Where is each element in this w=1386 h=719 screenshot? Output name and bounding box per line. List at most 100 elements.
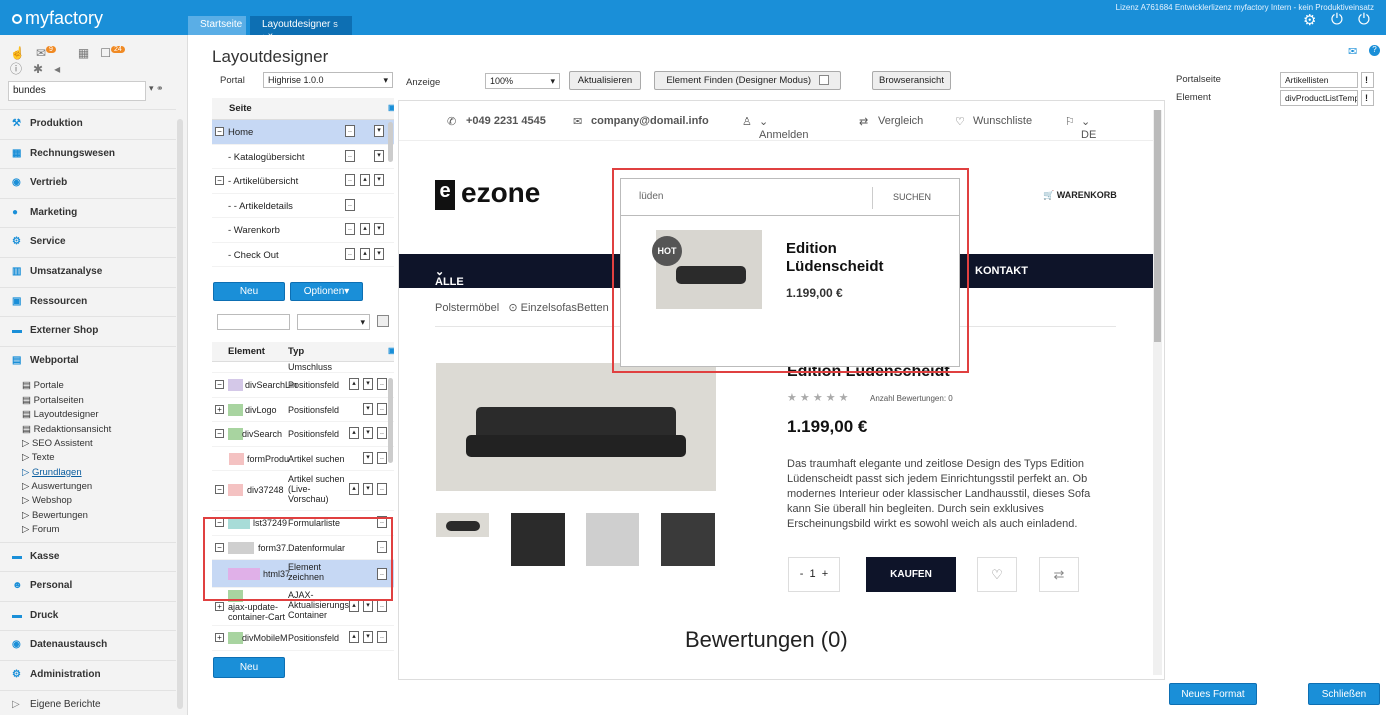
- gear-icon[interactable]: ⚙: [1303, 11, 1316, 29]
- menu-vertrieb[interactable]: ◉ Vertrieb: [0, 168, 176, 198]
- menu-service[interactable]: ⚙ Service: [0, 227, 176, 257]
- wishlist-heart-icon[interactable]: ♡: [977, 557, 1017, 592]
- search-options-icon[interactable]: ▾ ⚭: [149, 83, 164, 94]
- zoom-select[interactable]: 100% ▾: [485, 73, 560, 89]
- compare-arrows-icon[interactable]: ⇄: [1039, 557, 1079, 592]
- element-row[interactable]: + divMobileM Positionsfeld ▴ ▾..: [212, 626, 394, 651]
- elements-settings-icon[interactable]: ▣: [388, 346, 394, 355]
- tree-row[interactable]: - Katalogübersicht.. ▾: [212, 145, 394, 169]
- submenu-texte[interactable]: ▷ Texte: [22, 452, 176, 466]
- menu-druck[interactable]: ▬ Druck: [0, 600, 176, 631]
- element-filter-input[interactable]: [217, 314, 290, 330]
- help-icon[interactable]: ?: [1369, 45, 1380, 56]
- submenu-forum[interactable]: ▷ Forum: [22, 524, 176, 538]
- preview-scroll-thumb[interactable]: [1154, 110, 1161, 342]
- hand-icon[interactable]: ☝: [10, 46, 25, 60]
- new-format-button[interactable]: Neues Format: [1169, 683, 1257, 705]
- collapse-icon[interactable]: ◂: [54, 62, 60, 76]
- compare-link[interactable]: Vergleich: [878, 115, 923, 127]
- element-filter-select[interactable]: ▾: [297, 314, 370, 330]
- close-button[interactable]: Schließen: [1308, 683, 1380, 705]
- product-thumb-2[interactable]: [511, 513, 565, 566]
- pages-tree-scrollbar[interactable]: [388, 122, 393, 162]
- email-text[interactable]: company@domail.info: [591, 115, 709, 127]
- menu-umsatzanalyse[interactable]: ▥ Umsatzanalyse: [0, 256, 176, 287]
- submenu-grundlagen[interactable]: ▷ Grundlagen: [22, 467, 176, 481]
- nav-all-categories[interactable]: ALLE KATEGORIEN ⌄: [435, 265, 508, 300]
- page-title: Layoutdesigner: [212, 47, 329, 66]
- cart-link[interactable]: 🛒 WARENKORB: [1043, 190, 1117, 201]
- tree-row[interactable]: − - Artikelübersicht.. ▴ ▾: [212, 169, 394, 194]
- menu-personal[interactable]: ☻ Personal: [0, 571, 176, 601]
- logout-power-icon[interactable]: ⏻: [1358, 11, 1370, 28]
- expand-icon: ▷: [12, 698, 20, 710]
- menu-ressourcen[interactable]: ▣ Ressourcen: [0, 286, 176, 317]
- filter-checkbox[interactable]: [377, 315, 389, 327]
- product-main-image[interactable]: [436, 363, 716, 491]
- elements-scrollbar[interactable]: [388, 378, 393, 463]
- submenu-portale[interactable]: ▤ Portale: [22, 380, 176, 394]
- product-thumb-1[interactable]: [436, 513, 489, 537]
- tree-row[interactable]: - Check Out.. ▴ ▾: [212, 243, 394, 267]
- submenu-auswertungen[interactable]: ▷ Auswertungen: [22, 481, 176, 495]
- menu-kasse[interactable]: ▬ Kasse: [0, 541, 176, 572]
- quantity-stepper[interactable]: - 1 +: [788, 557, 840, 592]
- submenu-bewertungen[interactable]: ▷ Bewertungen: [22, 510, 176, 524]
- tools-icon[interactable]: ✱: [33, 62, 43, 76]
- options-button[interactable]: Optionen▾: [290, 282, 363, 301]
- tab-startseite[interactable]: Startseite: [188, 16, 246, 35]
- tree-row[interactable]: − Home.. ▾: [212, 120, 394, 145]
- preview-scrollbar[interactable]: [1153, 110, 1162, 675]
- portalseite-alert-icon[interactable]: !: [1361, 72, 1374, 88]
- menu-rechnungswesen[interactable]: ▦ Rechnungswesen: [0, 138, 176, 169]
- language-select[interactable]: DE ⌄: [1081, 115, 1096, 141]
- notes-icon[interactable]: ✉ 9: [36, 46, 67, 60]
- nav-contact[interactable]: KONTAKT: [975, 265, 1028, 277]
- submenu-webshop[interactable]: ▷ Webshop: [22, 495, 176, 509]
- sidebar-scrollbar[interactable]: [177, 119, 183, 709]
- element-row[interactable]: − divSearchLin Positionsfeld ▴ ▾..: [212, 373, 394, 398]
- menu-produktion[interactable]: ⚒ Produktion: [0, 109, 176, 139]
- messages-icon[interactable]: ☐ 24: [100, 46, 136, 60]
- refresh-button[interactable]: Aktualisieren: [569, 71, 641, 90]
- menu-datenaustausch[interactable]: ◉ Datenaustausch: [0, 630, 176, 660]
- calendar-icon[interactable]: ▦: [78, 46, 89, 60]
- element-row[interactable]: + divLogo Positionsfeld ▾..: [212, 398, 394, 422]
- submenu-redaktionsansicht[interactable]: ▤ Redaktionsansicht: [22, 424, 176, 438]
- buy-button[interactable]: KAUFEN: [866, 557, 956, 592]
- menu-marketing[interactable]: ● Marketing: [0, 197, 176, 228]
- power-icon[interactable]: ⏻: [1331, 11, 1343, 28]
- tree-settings-icon[interactable]: ▣: [388, 103, 394, 112]
- menu-webportal[interactable]: ▤ Webportal: [0, 345, 176, 376]
- mail-icon[interactable]: ✉: [1348, 45, 1357, 58]
- submenu-layoutdesigner[interactable]: ▤ Layoutdesigner: [22, 409, 176, 423]
- element-row[interactable]: Umschluss: [212, 362, 394, 373]
- new-element-button[interactable]: Neu: [213, 657, 285, 678]
- wishlist-link[interactable]: Wunschliste: [973, 115, 1032, 127]
- portalseite-field[interactable]: Artikellisten: [1280, 72, 1358, 88]
- login-link[interactable]: Anmelden ⌄: [759, 115, 809, 141]
- brand-logo[interactable]: e ezone: [435, 177, 540, 210]
- designer-mode-checkbox[interactable]: [818, 75, 829, 86]
- menu-externer-shop[interactable]: ▬ Externer Shop: [0, 316, 176, 346]
- new-page-button[interactable]: Neu: [213, 282, 285, 301]
- submenu-seo-assistent[interactable]: ▷ SEO Assistent: [22, 438, 176, 452]
- element-alert-icon[interactable]: !: [1361, 90, 1374, 106]
- tree-row[interactable]: - - Artikeldetails..: [212, 194, 394, 218]
- pages-tree: Seite ▣ − Home.. ▾ - Katalogübersicht.. ▾ − -…: [212, 98, 394, 280]
- submenu-portalseiten[interactable]: ▤ Portalseiten: [22, 395, 176, 409]
- portal-select[interactable]: Highrise 1.0.0 ▾: [263, 72, 393, 88]
- info-icon[interactable]: ⓘ: [10, 62, 22, 76]
- element-row[interactable]: − divSearch Positionsfeld ▴ ▾..: [212, 422, 394, 447]
- element-row[interactable]: − div37248 Artikel suchen (Live-Vorschau) ▴…: [212, 471, 394, 511]
- menu-administration[interactable]: ⚙ Administration: [0, 660, 176, 690]
- product-thumb-3[interactable]: [586, 513, 639, 566]
- element-field[interactable]: divProductListTemp: [1280, 90, 1358, 106]
- browser-view-button[interactable]: Browseransicht: [872, 71, 951, 90]
- find-element-button[interactable]: Element Finden (Designer Modus): [654, 71, 841, 90]
- tab-layoutdesigner[interactable]: Layoutdesigner S ▴ ✕: [250, 16, 352, 40]
- product-thumb-4[interactable]: [661, 513, 715, 566]
- tree-row[interactable]: - Warenkorb.. ▴ ▾: [212, 218, 394, 243]
- element-row[interactable]: formProdu Artikel suchen ▾..: [212, 447, 394, 471]
- sidebar-search-input[interactable]: bundes: [8, 81, 146, 101]
